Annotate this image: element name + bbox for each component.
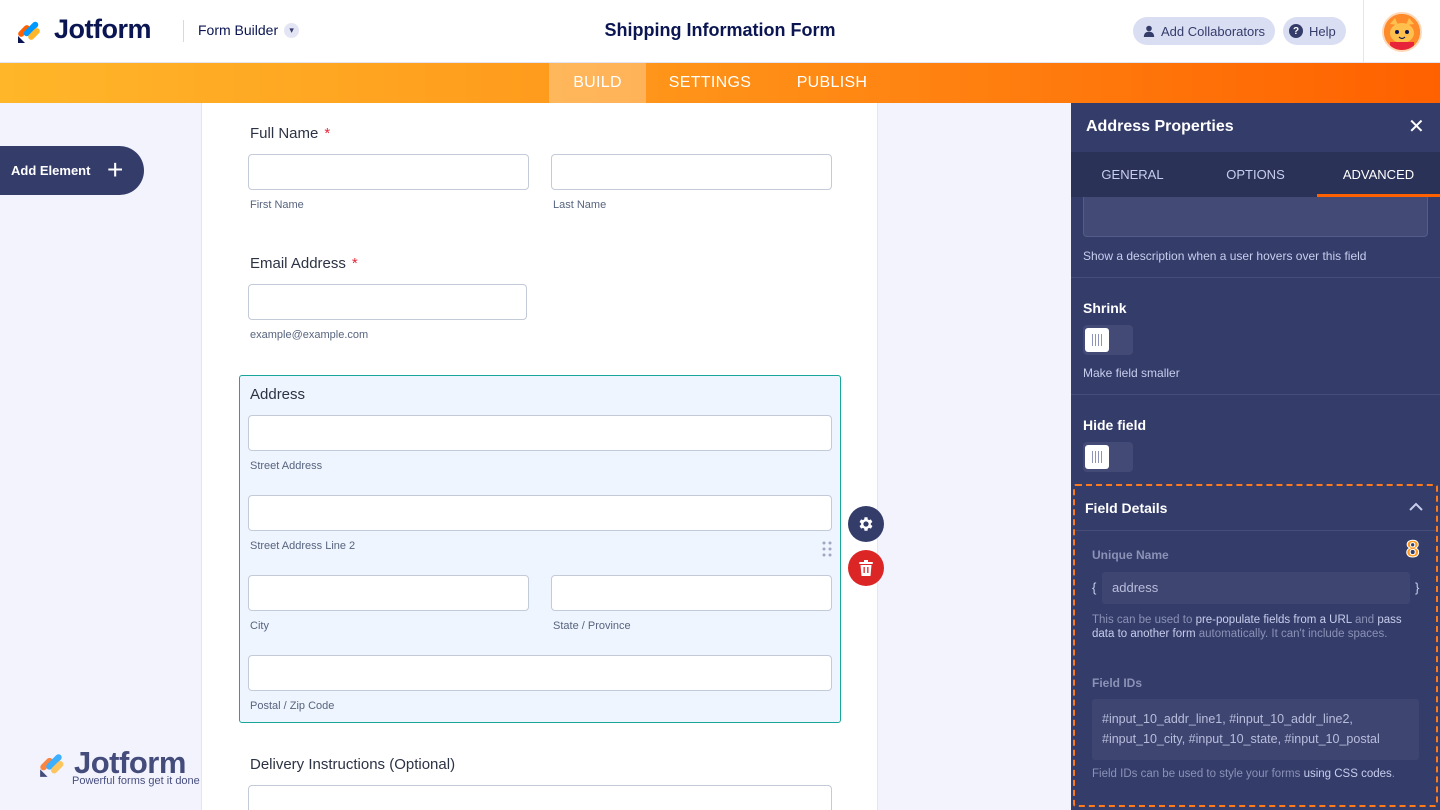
state-input[interactable] — [551, 575, 832, 611]
cat-avatar-icon — [1384, 14, 1420, 50]
jotform-logo[interactable]: Jotform — [16, 14, 152, 45]
street-address-sublabel: Street Address — [250, 460, 323, 472]
full-name-label: Full Name * — [250, 125, 330, 142]
help-text-strong: pre-populate fields from a URL — [1195, 614, 1352, 626]
section-divider — [1071, 277, 1440, 278]
tab-publish[interactable]: PUBLISH — [774, 63, 890, 103]
tab-general[interactable]: GENERAL — [1071, 152, 1194, 197]
unique-name-label: Unique Name — [1092, 548, 1169, 562]
tab-build[interactable]: BUILD — [549, 63, 646, 103]
field-ids-help: Field IDs can be used to style your form… — [1092, 767, 1412, 781]
city-sublabel: City — [250, 620, 269, 632]
full-name-label-text: Full Name — [250, 125, 319, 142]
gear-icon — [859, 517, 873, 531]
watermark-tagline: Powerful forms get it done — [72, 775, 200, 787]
add-collaborators-label: Add Collaborators — [1161, 23, 1266, 39]
help-text: . — [1391, 768, 1395, 780]
top-bar: Jotform Form Builder ▾ Shipping Informat… — [0, 0, 1440, 63]
plus-icon: + — [107, 154, 124, 185]
street-address-line2-sublabel: Street Address Line 2 — [250, 540, 356, 552]
chevron-up-icon — [1409, 502, 1423, 511]
builder-switch[interactable]: Form Builder ▾ — [198, 22, 300, 38]
builder-label: Form Builder — [198, 22, 279, 38]
add-element-label: Add Element — [11, 163, 91, 178]
step-badge: 8 — [1405, 536, 1420, 564]
user-avatar[interactable] — [1382, 12, 1422, 52]
state-sublabel: State / Province — [553, 620, 631, 632]
add-element-button[interactable]: Add Element + — [0, 146, 144, 195]
chevron-down-icon: ▾ — [284, 22, 300, 38]
panel-title: Address Properties — [1086, 118, 1234, 135]
street-address-line2-input[interactable] — [248, 495, 832, 531]
email-sublabel: example@example.com — [250, 329, 369, 341]
hide-field-label: Hide field — [1083, 417, 1147, 433]
city-input[interactable] — [248, 575, 529, 611]
street-address-input[interactable] — [248, 415, 832, 451]
field-ids-line: #input_10_city, #input_10_state, #input_… — [1102, 732, 1380, 746]
delivery-instructions-label: Delivery Instructions (Optional) — [250, 756, 456, 773]
first-name-input[interactable] — [248, 154, 529, 190]
first-name-sublabel: First Name — [250, 199, 304, 211]
hover-text-hint: Show a description when a user hovers ov… — [1083, 249, 1367, 263]
help-text: This can be used to — [1092, 614, 1196, 626]
toggle-knob — [1085, 328, 1109, 352]
toggle-knob — [1085, 445, 1109, 469]
last-name-sublabel: Last Name — [553, 199, 607, 211]
section-divider — [1071, 394, 1440, 395]
hover-text-textarea[interactable] — [1083, 197, 1428, 237]
delete-field-button[interactable] — [848, 550, 884, 586]
form-title[interactable]: Shipping Information Form — [605, 20, 836, 40]
tab-advanced[interactable]: ADVANCED — [1317, 152, 1440, 197]
field-properties-button[interactable] — [848, 506, 884, 542]
hide-field-toggle[interactable] — [1083, 442, 1133, 472]
help-text-strong: using CSS codes — [1303, 768, 1392, 780]
email-label: Email Address * — [250, 255, 358, 272]
field-details-title: Field Details — [1085, 500, 1168, 516]
brace-open: { — [1092, 580, 1097, 595]
help-button[interactable]: ? Help — [1283, 17, 1346, 45]
address-label: Address — [250, 386, 306, 403]
field-details-header[interactable]: Field Details — [1075, 486, 1436, 531]
builder-nav: BUILD SETTINGS PUBLISH — [0, 63, 1440, 103]
tab-settings[interactable]: SETTINGS — [646, 63, 774, 103]
tab-options[interactable]: OPTIONS — [1194, 152, 1317, 197]
email-input[interactable] — [248, 284, 527, 320]
help-text: automatically. It can't include spaces. — [1195, 628, 1388, 640]
header-divider — [183, 20, 184, 42]
logo-text: Jotform — [54, 14, 152, 44]
trash-icon — [859, 560, 873, 576]
delivery-instructions-input[interactable] — [248, 785, 832, 810]
question-icon: ? — [1289, 24, 1303, 38]
panel-tabs: GENERAL OPTIONS ADVANCED — [1071, 152, 1440, 197]
help-text: Field IDs can be used to style your form… — [1092, 768, 1304, 780]
shrink-hint: Make field smaller — [1083, 366, 1180, 380]
brace-close: } — [1415, 580, 1420, 595]
last-name-input[interactable] — [551, 154, 832, 190]
add-collaborators-button[interactable]: Add Collaborators — [1133, 17, 1276, 45]
jotform-logo-icon — [16, 15, 46, 45]
help-label: Help — [1309, 23, 1336, 39]
unique-name-input[interactable]: address — [1102, 572, 1410, 604]
jotform-watermark-icon — [40, 754, 64, 777]
field-ids-box[interactable]: #input_10_addr_line1, #input_10_addr_lin… — [1092, 699, 1419, 760]
postal-code-input[interactable] — [248, 655, 832, 691]
unique-name-help: This can be used to pre-populate fields … — [1092, 613, 1422, 641]
panel-header: Address Properties ✕ — [1071, 103, 1440, 152]
drag-handle-icon[interactable] — [822, 541, 832, 557]
close-icon[interactable]: ✕ — [1408, 116, 1425, 138]
shrink-label: Shrink — [1083, 300, 1127, 316]
postal-code-sublabel: Postal / Zip Code — [250, 700, 335, 712]
user-icon — [1143, 25, 1155, 37]
field-ids-label: Field IDs — [1092, 676, 1143, 690]
required-marker: * — [324, 125, 331, 142]
field-ids-line: #input_10_addr_line1, #input_10_addr_lin… — [1102, 712, 1353, 726]
help-text: and — [1351, 614, 1378, 626]
required-marker: * — [351, 255, 358, 272]
avatar-divider — [1363, 0, 1364, 63]
email-label-text: Email Address — [250, 255, 346, 272]
shrink-toggle[interactable] — [1083, 325, 1133, 355]
